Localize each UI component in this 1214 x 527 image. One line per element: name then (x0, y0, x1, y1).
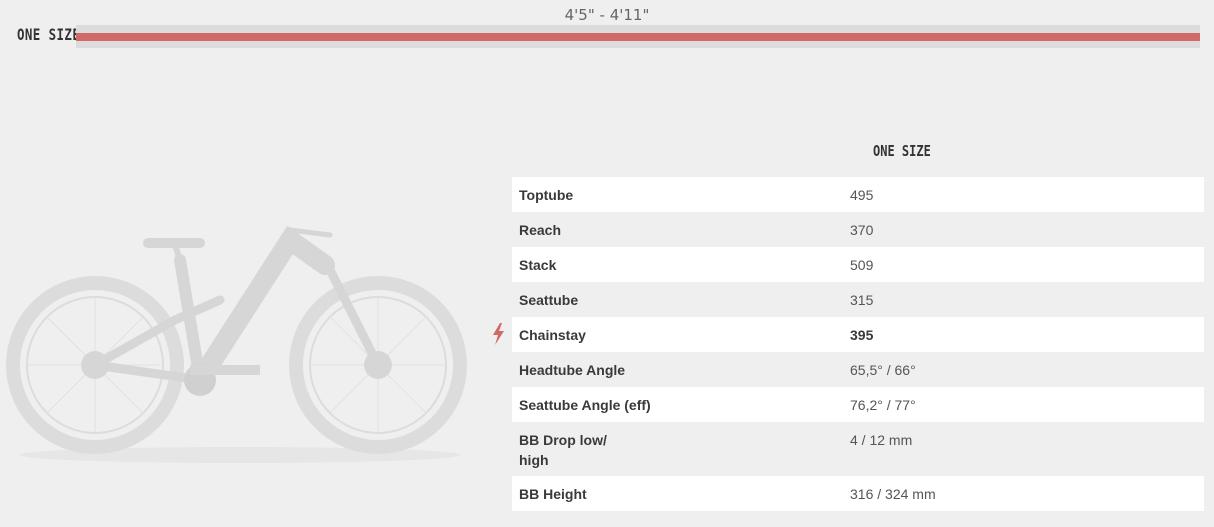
geometry-value: 509 (850, 257, 874, 273)
table-row: Stack 509 (512, 247, 1204, 282)
size-range-label: 4'5" - 4'11" (564, 6, 650, 24)
geometry-label: BB Drop low/ high (519, 432, 607, 468)
geometry-label: Seattube Angle (eff) (519, 397, 651, 413)
geometry-label: Stack (519, 257, 557, 273)
geometry-value: 315 (850, 292, 874, 308)
table-row: Headtube Angle 65,5° / 66° (512, 352, 1204, 387)
lightning-bolt-icon (493, 323, 504, 345)
geometry-label: BB Height (519, 486, 587, 502)
table-row: BB Drop low/ high 4 / 12 mm (512, 422, 1204, 476)
size-name-label[interactable]: ONE SIZE (17, 25, 80, 44)
bike-image (6, 225, 467, 463)
geometry-value: 495 (850, 187, 874, 203)
table-row-highlighted: Chainstay 395 (512, 317, 1204, 352)
size-range-bar[interactable] (76, 25, 1200, 48)
table-row: Reach 370 (512, 212, 1204, 247)
geometry-value: 4 / 12 mm (850, 432, 913, 448)
geometry-label: Headtube Angle (519, 362, 626, 378)
geometry-value: 76,2° / 77° (850, 397, 916, 413)
table-row: Toptube 495 (512, 177, 1204, 212)
geometry-label: Seattube (519, 292, 579, 308)
table-row: BB Height 316 / 324 mm (512, 476, 1204, 511)
size-range-fill (76, 33, 1200, 41)
geometry-value: 395 (850, 327, 874, 343)
geometry-label: Chainstay (519, 327, 586, 343)
geometry-value: 316 / 324 mm (850, 486, 936, 502)
geometry-label: Toptube (519, 187, 574, 203)
table-row: Seattube Angle (eff) 76,2° / 77° (512, 387, 1204, 422)
geometry-value: 65,5° / 66° (850, 362, 916, 378)
geometry-column-header: ONE SIZE (873, 142, 931, 160)
geometry-label: Reach (519, 222, 562, 238)
geometry-value: 370 (850, 222, 874, 238)
table-row: Seattube 315 (512, 282, 1204, 317)
geometry-table: Toptube 495 Reach 370 Stack 509 Seattube… (512, 177, 1204, 511)
